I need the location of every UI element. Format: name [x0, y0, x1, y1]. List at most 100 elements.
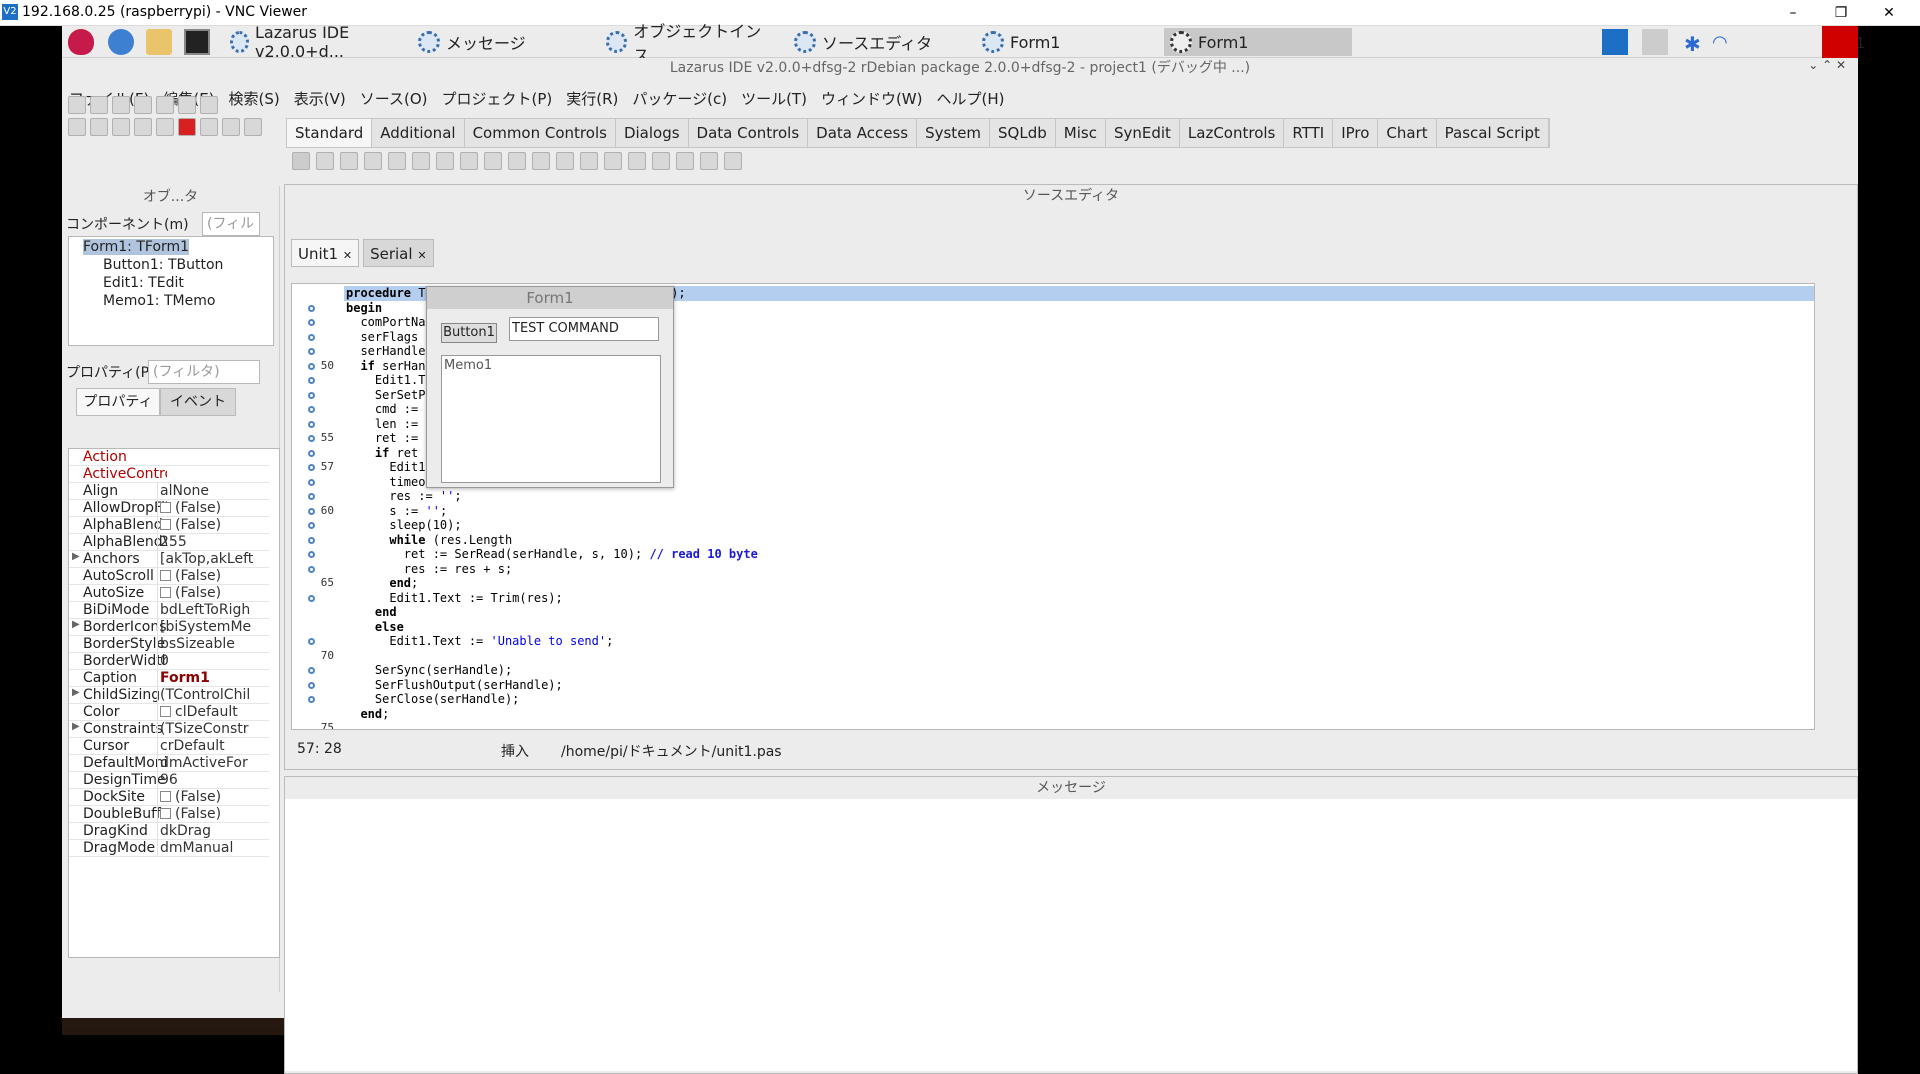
- property-row[interactable]: BorderStyle bsSizeable: [69, 636, 269, 653]
- checkbox-icon[interactable]: [160, 570, 171, 581]
- volume-icon[interactable]: [1822, 26, 1858, 58]
- gutter-line[interactable]: [292, 518, 342, 533]
- property-row[interactable]: AllowDropFil (False): [69, 500, 269, 517]
- tab-chart[interactable]: Chart: [1378, 119, 1437, 147]
- property-value[interactable]: dkDrag: [157, 823, 269, 839]
- tbutton-icon[interactable]: [364, 152, 382, 170]
- property-value[interactable]: 96: [157, 772, 269, 788]
- gutter-line[interactable]: [292, 388, 342, 403]
- new-form-icon[interactable]: [90, 96, 108, 114]
- breakpoint-marker-icon[interactable]: [308, 377, 315, 384]
- tab-data-access[interactable]: Data Access: [808, 119, 918, 147]
- breakpoint-marker-icon[interactable]: [308, 449, 315, 457]
- tab-ipro[interactable]: IPro: [1333, 119, 1379, 147]
- property-value[interactable]: dmManual: [157, 840, 269, 856]
- property-value[interactable]: 255: [157, 534, 269, 550]
- property-row[interactable]: Cursor crDefault: [69, 738, 269, 755]
- tab-dialogs[interactable]: Dialogs: [616, 119, 689, 147]
- code-line[interactable]: SerSync(serHandle);: [346, 663, 512, 678]
- component-filter-input[interactable]: (フィル: [202, 212, 260, 236]
- gutter-line[interactable]: [292, 692, 342, 707]
- tscrollbar-icon[interactable]: [580, 152, 598, 170]
- breakpoint-marker-icon[interactable]: [308, 493, 315, 500]
- breakpoint-marker-icon[interactable]: [308, 348, 315, 355]
- minimize-button[interactable]: –: [1772, 0, 1814, 26]
- property-value[interactable]: bsSizeable: [157, 636, 269, 652]
- tab-pascal-script[interactable]: Pascal Script: [1437, 119, 1549, 147]
- open-icon[interactable]: [112, 96, 130, 114]
- save-icon[interactable]: [134, 96, 152, 114]
- view-forms-icon[interactable]: [68, 118, 86, 136]
- breakpoint-marker-icon[interactable]: [308, 333, 315, 341]
- gutter-line[interactable]: [292, 547, 342, 562]
- terminal-icon[interactable]: [184, 29, 210, 55]
- gutter-line[interactable]: 50: [292, 359, 342, 374]
- taskbar-task-lazarus[interactable]: Lazarus IDE v2.0.0+d...: [224, 23, 414, 61]
- property-row[interactable]: ActiveContro: [69, 466, 269, 483]
- tab-system[interactable]: System: [917, 119, 991, 147]
- property-value[interactable]: alNone: [157, 483, 269, 499]
- gutter-line[interactable]: [292, 605, 342, 620]
- breakpoint-marker-icon[interactable]: [308, 391, 315, 399]
- tab-unit1[interactable]: Unit1 ✕: [291, 239, 360, 267]
- property-row[interactable]: Action: [69, 449, 269, 466]
- code-line[interactable]: else: [346, 620, 404, 635]
- run-icon[interactable]: [134, 118, 152, 136]
- tactionlist-icon[interactable]: [724, 152, 742, 170]
- tree-item-form1[interactable]: Form1: TForm1: [83, 239, 190, 255]
- property-value[interactable]: (TControlChil: [157, 687, 269, 703]
- breakpoint-marker-icon[interactable]: [308, 406, 315, 413]
- selection-arrow-icon[interactable]: [292, 152, 310, 170]
- code-line[interactable]: SerClose(serHandle);: [346, 692, 520, 707]
- tlabel-icon[interactable]: [388, 152, 406, 170]
- breakpoint-marker-icon[interactable]: [308, 478, 315, 486]
- edit1-input[interactable]: TEST COMMAND: [509, 317, 659, 341]
- tpanel-icon[interactable]: [676, 152, 694, 170]
- tab-synedit[interactable]: SynEdit: [1106, 119, 1180, 147]
- code-line[interactable]: while (res.Length: [346, 533, 512, 548]
- breakpoint-marker-icon[interactable]: [308, 507, 315, 515]
- property-value[interactable]: crDefault: [157, 738, 269, 754]
- tab-rtti[interactable]: RTTI: [1284, 119, 1334, 147]
- menu-help[interactable]: ヘルプ(H): [929, 88, 1011, 110]
- tab-events[interactable]: イベント: [160, 388, 236, 416]
- checkbox-icon[interactable]: [160, 502, 171, 513]
- gutter-line[interactable]: [292, 591, 342, 606]
- property-row[interactable]: BorderWidth 0: [69, 653, 269, 670]
- tab-properties[interactable]: プロパティ: [76, 388, 160, 416]
- property-row[interactable]: DoubleBuffe (False): [69, 806, 269, 823]
- code-line[interactable]: begin: [346, 301, 382, 316]
- property-value[interactable]: (False): [157, 517, 269, 533]
- property-row[interactable]: ▶ Anchors [akTop,akLeft: [69, 551, 269, 568]
- checkbox-icon[interactable]: [160, 519, 171, 530]
- ide-window-controls[interactable]: ⌄ ⌃ ✕: [1808, 58, 1846, 72]
- button1[interactable]: Button1: [441, 323, 497, 343]
- property-value[interactable]: bdLeftToRigh: [157, 602, 269, 618]
- property-value[interactable]: Form1: [157, 670, 269, 686]
- property-row[interactable]: DefaultMoni dmActiveFor: [69, 755, 269, 772]
- property-row[interactable]: Color clDefault: [69, 704, 269, 721]
- gutter-line[interactable]: [292, 315, 342, 330]
- property-value[interactable]: 0: [157, 653, 269, 669]
- gutter-line[interactable]: [292, 663, 342, 678]
- view-units-icon[interactable]: [200, 96, 218, 114]
- breakpoint-marker-icon[interactable]: [308, 522, 315, 529]
- build-mode-icon[interactable]: [112, 118, 130, 136]
- tradiogroup-icon[interactable]: [628, 152, 646, 170]
- property-row[interactable]: AlphaBlend (False): [69, 517, 269, 534]
- gutter-line[interactable]: [292, 475, 342, 490]
- tcheckbox-icon[interactable]: [484, 152, 502, 170]
- close-icon[interactable]: ✕: [417, 249, 426, 262]
- globe-icon[interactable]: [108, 29, 134, 55]
- property-row[interactable]: ▶ BorderIcons [biSystemMe: [69, 619, 269, 636]
- gutter-line[interactable]: [292, 707, 342, 722]
- tab-data-controls[interactable]: Data Controls: [689, 119, 809, 147]
- ttogglebox-icon[interactable]: [460, 152, 478, 170]
- property-row[interactable]: Align alNone: [69, 483, 269, 500]
- raspberry-icon[interactable]: [68, 29, 94, 55]
- menu-search[interactable]: 検索(S): [222, 88, 287, 110]
- property-filter-input[interactable]: (フィルタ): [148, 360, 260, 384]
- tab-serial[interactable]: Serial ✕: [363, 239, 434, 267]
- code-line[interactable]: Edit1.Text := 'Unable to send';: [346, 634, 613, 649]
- tlistbox-icon[interactable]: [532, 152, 550, 170]
